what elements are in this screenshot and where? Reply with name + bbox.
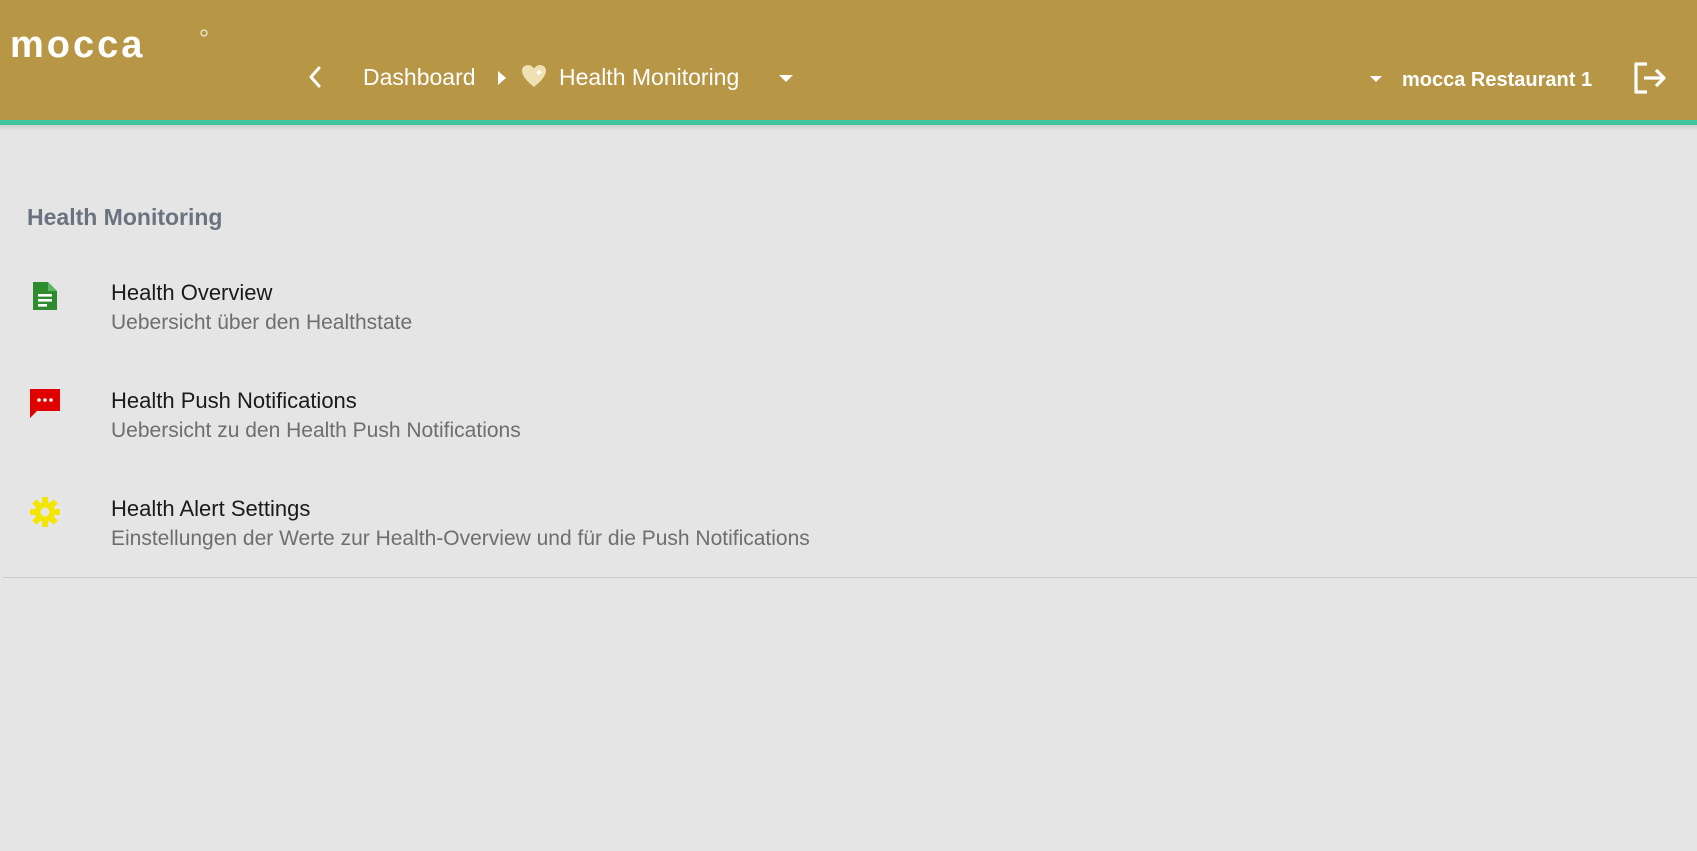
- chat-message-icon: [28, 387, 62, 421]
- restaurant-dropdown-caret[interactable]: [1364, 66, 1388, 90]
- list-item-health-overview[interactable]: Health Overview Uebersicht über den Heal…: [0, 279, 1697, 375]
- list-item-title: Health Overview: [111, 280, 273, 305]
- list-item-health-push-notifications[interactable]: Health Push Notifications Uebersicht zu …: [0, 387, 1697, 483]
- list-item-subtitle: Uebersicht zu den Health Push Notificati…: [111, 419, 521, 442]
- page-title: Health Monitoring: [27, 204, 223, 230]
- chevron-left-icon: [309, 66, 321, 88]
- mocca-logo[interactable]: mocca: [10, 25, 210, 65]
- list-item-title: Health Alert Settings: [111, 496, 311, 521]
- logout-button[interactable]: [1630, 58, 1670, 98]
- gear-icon: [28, 495, 62, 529]
- heart-icon: [520, 62, 548, 90]
- restaurant-selector[interactable]: mocca Restaurant 1: [1402, 66, 1592, 94]
- breadcrumb-dropdown-button[interactable]: [772, 64, 800, 92]
- caret-down-icon: [1370, 76, 1382, 82]
- logout-icon: [1634, 62, 1666, 94]
- breadcrumb-separator: [494, 66, 510, 90]
- logo-text: mocca: [10, 25, 145, 65]
- list-item-subtitle: Uebersicht über den Healthstate: [111, 311, 413, 334]
- top-bar: mocca Dashboard Health Monitoring mocca …: [0, 0, 1697, 125]
- list-item-subtitle: Einstellungen der Werte zur Health-Overv…: [111, 527, 810, 550]
- caret-down-icon: [779, 75, 793, 82]
- header-shadow: [0, 125, 1697, 131]
- breadcrumb-dashboard[interactable]: Dashboard: [363, 62, 476, 92]
- document-icon: [28, 279, 62, 313]
- back-button[interactable]: [300, 60, 330, 94]
- caret-right-icon: [498, 71, 506, 85]
- list-divider: [3, 577, 1697, 578]
- breadcrumb-health-monitoring[interactable]: Health Monitoring: [559, 62, 739, 92]
- list-item-title: Health Push Notifications: [111, 388, 357, 413]
